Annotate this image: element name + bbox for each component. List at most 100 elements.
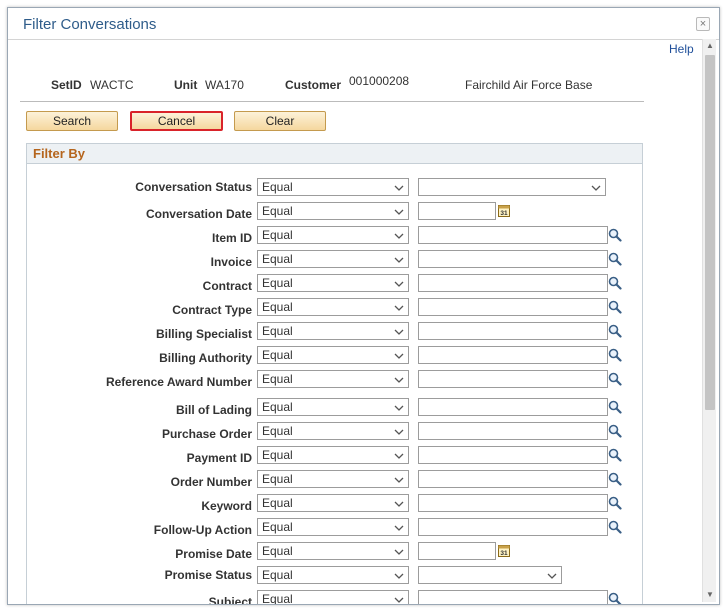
operator-value: Equal [262, 276, 293, 290]
filter-conversations-dialog: Filter Conversations × ▲ ▼ Help SetID WA… [7, 7, 720, 605]
section-title: Filter By [33, 146, 86, 161]
operator-select[interactable]: Equal [257, 322, 409, 340]
value-input[interactable] [418, 446, 608, 464]
operator-value: Equal [262, 544, 293, 558]
svg-text:31: 31 [500, 210, 508, 217]
operator-select[interactable]: Equal [257, 446, 409, 464]
operator-select[interactable]: Equal [257, 422, 409, 440]
value-input[interactable] [418, 470, 608, 488]
filter-row: Conversation Status Equal [27, 178, 719, 198]
search-icon[interactable] [608, 496, 622, 510]
filter-row: Order Number Equal [27, 470, 719, 490]
search-icon[interactable] [608, 348, 622, 362]
value-input[interactable] [418, 274, 608, 292]
search-icon[interactable] [608, 372, 622, 386]
value-input[interactable] [418, 250, 608, 268]
operator-select[interactable]: Equal [257, 590, 409, 604]
calendar-icon[interactable]: 31 [498, 544, 510, 557]
chevron-down-icon [394, 230, 404, 240]
value-input[interactable] [418, 518, 608, 536]
search-icon[interactable] [608, 448, 622, 462]
search-icon[interactable] [608, 592, 622, 604]
unit-label: Unit [174, 78, 198, 92]
chevron-down-icon [394, 206, 404, 216]
value-input[interactable] [418, 590, 608, 604]
search-icon[interactable] [608, 520, 622, 534]
value-input[interactable] [418, 398, 608, 416]
filter-row: Bill of Lading Equal [27, 398, 719, 418]
chevron-down-icon [394, 522, 404, 532]
filter-row: Billing Specialist Equal [27, 322, 719, 342]
operator-select[interactable]: Equal [257, 346, 409, 364]
value-input[interactable] [418, 370, 608, 388]
filter-row: Purchase Order Equal [27, 422, 719, 442]
chevron-down-icon [394, 374, 404, 384]
close-icon[interactable]: × [696, 17, 710, 31]
value-input[interactable] [418, 226, 608, 244]
filter-row: Subject Equal [27, 590, 719, 604]
filter-label: Contract Type [172, 303, 252, 317]
search-icon[interactable] [608, 252, 622, 266]
chevron-down-icon [394, 326, 404, 336]
filter-row: Contract Type Equal [27, 298, 719, 318]
filter-row: Reference Award Number Equal [27, 370, 719, 390]
operator-select[interactable]: Equal [257, 202, 409, 220]
operator-select[interactable]: Equal [257, 250, 409, 268]
chevron-down-icon [394, 254, 404, 264]
operator-select[interactable]: Equal [257, 470, 409, 488]
chevron-down-icon [547, 570, 557, 580]
scroll-up-icon[interactable]: ▲ [703, 39, 717, 53]
operator-select[interactable]: Equal [257, 226, 409, 244]
operator-select[interactable]: Equal [257, 566, 409, 584]
value-input[interactable] [418, 494, 608, 512]
operator-select[interactable]: Equal [257, 398, 409, 416]
value-input[interactable] [418, 346, 608, 364]
customer-label: Customer [285, 78, 342, 92]
value-select[interactable] [418, 566, 562, 584]
chevron-down-icon [394, 570, 404, 580]
search-icon[interactable] [608, 400, 622, 414]
chevron-down-icon [394, 402, 404, 412]
operator-select[interactable]: Equal [257, 178, 409, 196]
operator-value: Equal [262, 372, 293, 386]
search-button[interactable]: Search [26, 111, 118, 131]
chevron-down-icon [394, 426, 404, 436]
customer-id: 001000208 [349, 74, 410, 88]
operator-select[interactable]: Equal [257, 518, 409, 536]
search-icon[interactable] [608, 300, 622, 314]
value-input[interactable] [418, 298, 608, 316]
filter-label: Payment ID [186, 451, 252, 465]
search-icon[interactable] [608, 472, 622, 486]
value-select[interactable] [418, 178, 606, 196]
filter-label: Order Number [170, 475, 252, 489]
date-input[interactable] [418, 202, 496, 220]
value-input[interactable] [418, 422, 608, 440]
value-input[interactable] [418, 322, 608, 340]
search-icon[interactable] [608, 276, 622, 290]
operator-value: Equal [262, 496, 293, 510]
clear-button[interactable]: Clear [234, 111, 326, 131]
search-icon[interactable] [608, 424, 622, 438]
operator-select[interactable]: Equal [257, 494, 409, 512]
setid-value: WACTC [90, 78, 134, 92]
filter-label: Follow-Up Action [153, 523, 252, 537]
operator-select[interactable]: Equal [257, 298, 409, 316]
filter-row: Promise Date Equal 31 [27, 542, 719, 562]
filter-label: Bill of Lading [176, 403, 252, 417]
help-link[interactable]: Help [669, 42, 694, 56]
operator-select[interactable]: Equal [257, 542, 409, 560]
cancel-button[interactable]: Cancel [130, 111, 223, 131]
filter-by-section: Conversation Status Equal Conversation Dat… [26, 163, 643, 604]
filter-label: Reference Award Number [105, 375, 252, 389]
operator-select[interactable]: Equal [257, 370, 409, 388]
filter-label: Billing Specialist [155, 327, 252, 341]
calendar-icon[interactable]: 31 [498, 204, 510, 217]
operator-select[interactable]: Equal [257, 274, 409, 292]
date-input[interactable] [418, 542, 496, 560]
setid-label: SetID [51, 78, 82, 92]
chevron-down-icon [394, 474, 404, 484]
search-icon[interactable] [608, 228, 622, 242]
filter-row: Promise Status Equal [27, 566, 719, 586]
search-icon[interactable] [608, 324, 622, 338]
filter-row: Conversation Date Equal 31 [27, 202, 719, 222]
